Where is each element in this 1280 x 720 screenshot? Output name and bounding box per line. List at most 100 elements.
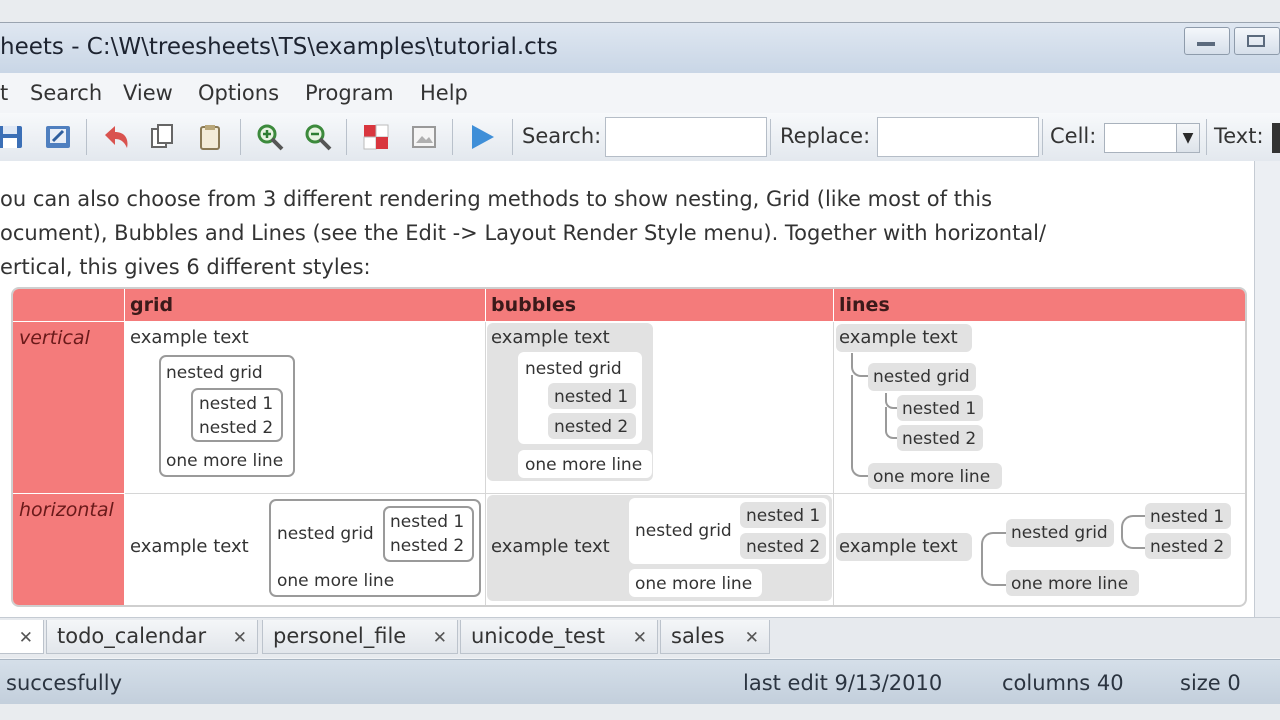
example-text[interactable]: example text [839,536,958,557]
tab-sales[interactable]: sales ✕ [660,620,770,654]
tab-tutorial[interactable]: ✕ [0,620,44,654]
status-columns: columns 40 [1002,671,1124,695]
nested-grid-label[interactable]: nested grid [1011,523,1108,543]
toolbar-separator [240,119,241,155]
undo-button[interactable] [100,121,132,153]
tab-label: sales [671,624,725,648]
text-color-swatch[interactable] [1272,123,1280,153]
intro-text-line: ertical, this gives 6 different styles: [0,255,371,279]
nested-item[interactable]: nested 2 [902,429,976,449]
nested-item[interactable]: nested 2 [390,536,464,556]
tab-bar: ✕ todo_calendar ✕ personel_file ✕ unicod… [0,617,1280,658]
toolbar-separator [452,119,453,155]
grid-divider [485,322,486,605]
paste-icon [200,125,220,150]
toolbar-separator [512,119,513,155]
replace-label: Replace: [780,124,871,148]
cell-label: Cell: [1050,124,1097,148]
tree-connector [1121,515,1147,549]
tab-personel-file[interactable]: personel_file ✕ [262,620,458,654]
tab-unicode-test[interactable]: unicode_test ✕ [460,620,658,654]
row-header-label: vertical [19,327,90,349]
nested-grid-label[interactable]: nested grid [277,524,374,544]
nested-grid-label[interactable]: nested grid [873,367,970,387]
maximize-button[interactable] [1234,27,1280,55]
tab-todo-calendar[interactable]: todo_calendar ✕ [46,620,258,654]
close-icon[interactable]: ✕ [233,628,247,648]
column-header-bubbles[interactable]: bubbles [486,289,833,321]
example-text[interactable]: example text [130,327,249,348]
vertical-scrollbar[interactable] [1255,161,1280,617]
run-button[interactable] [466,121,498,153]
title-bar[interactable]: heets - C:\W\treesheets\TS\examples\tuto… [0,23,1280,73]
status-size: size 0 [1180,671,1241,695]
search-input[interactable] [605,117,767,157]
status-message: succesfully [6,671,123,695]
menu-options[interactable]: Options [198,81,279,105]
cell-color-button[interactable] [360,121,392,153]
example-text[interactable]: example text [130,536,249,557]
menu-help[interactable]: Help [420,81,468,105]
nested-item[interactable]: nested 1 [554,387,628,407]
nested-grid-label[interactable]: nested grid [525,359,622,379]
close-icon[interactable]: ✕ [745,628,759,648]
status-bar: succesfully last edit 9/13/2010 columns … [0,659,1280,704]
close-icon[interactable]: ✕ [19,628,33,648]
one-more-line[interactable]: one more line [277,571,394,591]
example-text[interactable]: example text [839,327,958,348]
one-more-line[interactable]: one more line [166,451,283,471]
nested-item[interactable]: nested 1 [199,394,273,414]
image-button[interactable] [408,121,440,153]
maximize-icon [1247,35,1265,47]
replace-input[interactable] [877,117,1039,157]
toolbar-separator [1206,119,1207,155]
toolbar: Search: Replace: Cell: ▼ Text: [0,113,1280,162]
column-header-label: bubbles [491,294,577,316]
tab-label: todo_calendar [57,624,207,648]
one-more-line[interactable]: one more line [1011,574,1128,594]
nested-item[interactable]: nested 1 [390,512,464,532]
toolbar-separator [86,119,87,155]
grid-divider [125,493,1245,494]
column-header-lines[interactable]: lines [834,289,1245,321]
menu-view[interactable]: View [123,81,173,105]
play-icon [472,125,494,149]
corner-header-cell[interactable] [13,289,124,321]
nested-item[interactable]: nested 2 [746,537,820,557]
close-icon[interactable]: ✕ [633,628,647,648]
app-window: heets - C:\W\treesheets\TS\examples\tuto… [0,22,1280,704]
menu-program[interactable]: Program [305,81,394,105]
close-icon[interactable]: ✕ [433,628,447,648]
menu-edit[interactable]: t [0,81,8,105]
save-button[interactable] [0,121,26,153]
nested-item[interactable]: nested 2 [1150,537,1224,557]
nested-item[interactable]: nested 1 [902,399,976,419]
zoom-in-button[interactable] [254,121,286,153]
copy-button[interactable] [146,121,178,153]
nested-grid-label[interactable]: nested grid [166,363,263,383]
nested-item[interactable]: nested 2 [554,417,628,437]
nested-grid-label[interactable]: nested grid [635,521,732,541]
save-as-button[interactable] [42,121,74,153]
nested-item[interactable]: nested 1 [746,506,820,526]
cell-style-dropdown[interactable]: ▼ [1104,123,1200,153]
one-more-line[interactable]: one more line [525,455,642,475]
menu-search[interactable]: Search [30,81,102,105]
zoom-out-button[interactable] [302,121,334,153]
row-header-vertical[interactable]: vertical [13,322,124,493]
nested-item[interactable]: nested 1 [1150,507,1224,527]
example-text[interactable]: example text [491,536,610,557]
one-more-line[interactable]: one more line [873,467,990,487]
menu-bar: t Search View Options Program Help [0,73,1280,113]
paste-button[interactable] [194,121,226,153]
minimize-button[interactable] [1184,27,1230,55]
tree-connector [981,532,1007,586]
example-text[interactable]: example text [491,327,610,348]
row-header-horizontal[interactable]: horizontal [13,494,124,605]
save-as-icon [46,126,70,148]
one-more-line[interactable]: one more line [635,574,752,594]
minimize-icon [1197,42,1215,46]
column-header-grid[interactable]: grid [125,289,485,321]
nested-item[interactable]: nested 2 [199,418,273,438]
tab-label: unicode_test [471,624,605,648]
